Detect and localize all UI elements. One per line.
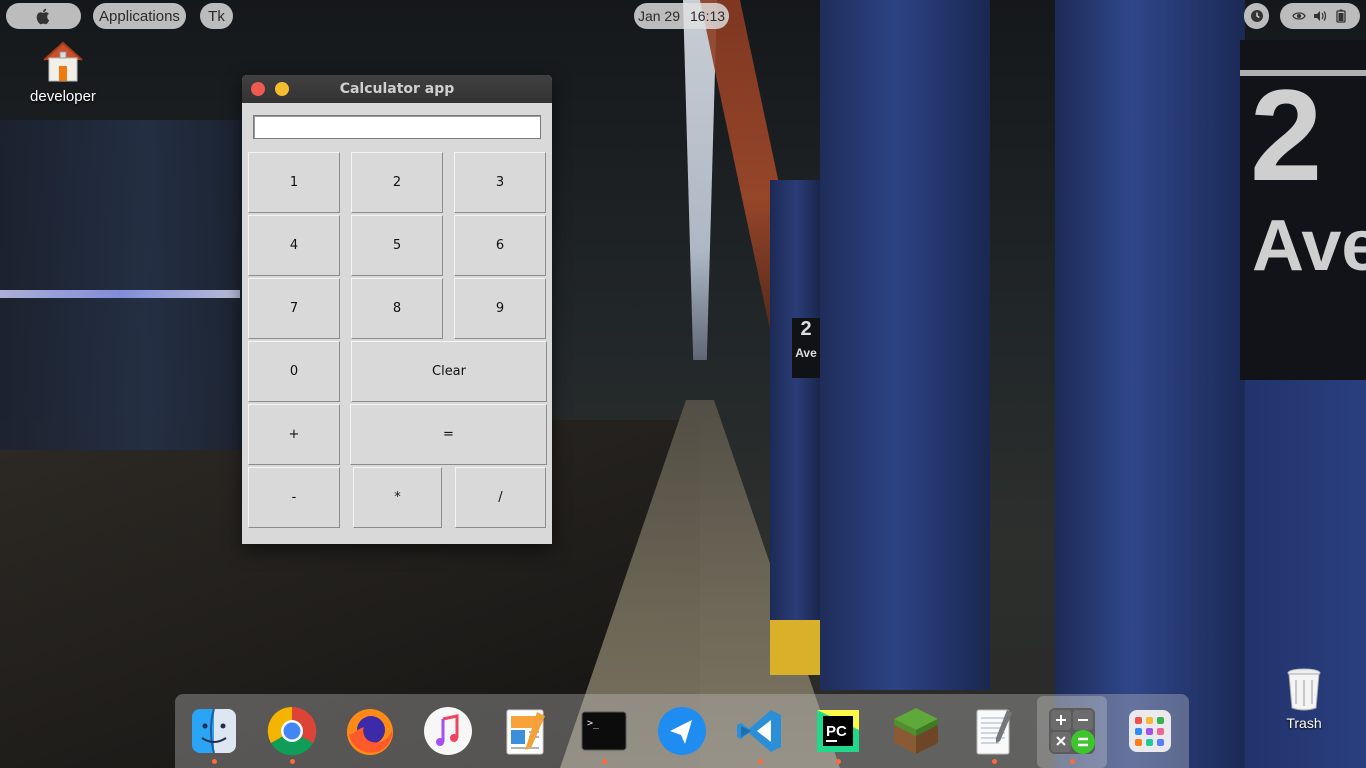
home-icon xyxy=(43,41,83,82)
key-4-button[interactable]: 4 xyxy=(248,215,340,276)
svg-text:>_: >_ xyxy=(587,718,600,729)
vscode-icon[interactable] xyxy=(733,704,787,758)
key-2-button[interactable]: 2 xyxy=(351,152,443,213)
firefox-icon[interactable] xyxy=(343,704,397,758)
plus-button[interactable]: + xyxy=(248,404,340,465)
desktop-wallpaper: 2 Ave 2 Ave xyxy=(0,0,1366,768)
key-8-button[interactable]: 8 xyxy=(351,278,443,339)
key-1-button[interactable]: 1 xyxy=(248,152,340,213)
textedit-icon[interactable] xyxy=(967,704,1021,758)
trash-label: Trash xyxy=(1286,715,1322,731)
clock-time: 16:13 xyxy=(690,8,726,24)
applications-menu-button[interactable]: Applications xyxy=(93,3,186,29)
multiply-button[interactable]: * xyxy=(353,467,442,528)
eye-icon[interactable] xyxy=(1292,9,1306,23)
home-folder-label: developer xyxy=(30,88,96,105)
pycharm-icon[interactable]: PC xyxy=(811,704,865,758)
night-light-button[interactable] xyxy=(1244,3,1269,29)
music-icon[interactable] xyxy=(421,704,475,758)
desktop-trash[interactable]: Trash xyxy=(1268,666,1340,731)
volume-icon[interactable] xyxy=(1313,9,1327,23)
battery-icon[interactable] xyxy=(1334,9,1348,23)
minus-button[interactable]: - xyxy=(248,467,340,528)
key-0-button[interactable]: 0 xyxy=(248,341,340,402)
active-app-menu[interactable]: Tk xyxy=(200,3,233,29)
clock-icon xyxy=(1250,10,1263,22)
divide-button[interactable]: / xyxy=(455,467,546,528)
send-icon[interactable] xyxy=(655,704,709,758)
desktop-home-folder[interactable]: developer xyxy=(20,38,106,105)
system-tray[interactable] xyxy=(1280,3,1360,29)
key-6-button[interactable]: 6 xyxy=(454,215,546,276)
calculator-display-input[interactable] xyxy=(253,115,541,139)
apple-menu-button[interactable] xyxy=(6,3,81,29)
apple-icon xyxy=(36,8,49,25)
calculator-window: Calculator app 1 2 3 4 5 6 7 8 9 0 Clear… xyxy=(242,75,552,544)
clock-date: Jan 29 xyxy=(637,8,680,24)
minecraft-icon[interactable] xyxy=(889,704,943,758)
finder-icon[interactable] xyxy=(187,704,241,758)
calculator-icon[interactable] xyxy=(1045,704,1099,758)
clock[interactable]: Jan 29 16:13 xyxy=(634,3,729,29)
svg-text:PC: PC xyxy=(826,723,847,740)
equals-button[interactable]: = xyxy=(350,404,547,465)
key-5-button[interactable]: 5 xyxy=(351,215,443,276)
key-7-button[interactable]: 7 xyxy=(248,278,340,339)
chrome-icon[interactable] xyxy=(265,704,319,758)
trash-icon xyxy=(1287,668,1321,711)
key-9-button[interactable]: 9 xyxy=(454,278,546,339)
window-titlebar[interactable]: Calculator app xyxy=(242,75,552,103)
dock: >_ PC xyxy=(175,694,1189,768)
clear-button[interactable]: Clear xyxy=(351,341,547,402)
key-3-button[interactable]: 3 xyxy=(454,152,546,213)
terminal-icon[interactable]: >_ xyxy=(577,704,631,758)
window-title: Calculator app xyxy=(339,81,455,97)
top-panel: Applications Tk Jan 29 16:13 xyxy=(0,0,1366,32)
launchpad-icon[interactable] xyxy=(1123,704,1177,758)
pages-icon[interactable] xyxy=(499,704,553,758)
